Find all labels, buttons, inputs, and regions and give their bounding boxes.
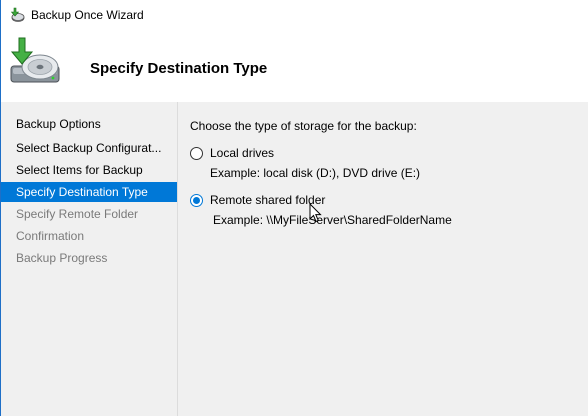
local-drives-example: Example: local disk (D:), DVD drive (E:) bbox=[210, 166, 421, 180]
remote-shared-folder-option[interactable]: Remote shared folder bbox=[190, 191, 325, 209]
page-title: Specify Destination Type bbox=[90, 60, 268, 77]
backup-wizard-icon bbox=[10, 7, 25, 22]
step-specify-remote-folder: Specify Remote Folder bbox=[16, 207, 139, 221]
title-bar[interactable]: Backup Once Wizard bbox=[1, 0, 588, 30]
backup-disk-icon bbox=[10, 37, 60, 83]
local-drives-radio[interactable] bbox=[190, 146, 203, 160]
remote-shared-folder-radio[interactable] bbox=[190, 193, 203, 207]
mouse-cursor-icon bbox=[309, 203, 322, 223]
wizard-steps-sidebar: Backup Options Select Backup Configurat.… bbox=[1, 102, 178, 416]
step-select-items-for-backup[interactable]: Select Items for Backup bbox=[1, 160, 177, 180]
local-drives-option[interactable]: Local drives bbox=[190, 144, 274, 162]
local-drives-label[interactable]: Local drives bbox=[210, 146, 274, 160]
step-specify-destination-type[interactable]: Specify Destination Type bbox=[1, 182, 177, 202]
step-backup-progress: Backup Progress bbox=[16, 251, 108, 265]
window-title: Backup Once Wizard bbox=[31, 8, 144, 22]
step-select-backup-configuration[interactable]: Select Backup Configurat... bbox=[1, 138, 177, 158]
step-confirmation: Confirmation bbox=[16, 229, 85, 243]
step-backup-options[interactable]: Backup Options bbox=[1, 114, 177, 134]
storage-type-prompt: Choose the type of storage for the backu… bbox=[190, 119, 417, 133]
main-panel: Choose the type of storage for the backu… bbox=[178, 102, 588, 416]
remote-shared-folder-example: Example: \\MyFileServer\SharedFolderName bbox=[213, 213, 452, 227]
wizard-header: Specify Destination Type bbox=[1, 30, 588, 102]
